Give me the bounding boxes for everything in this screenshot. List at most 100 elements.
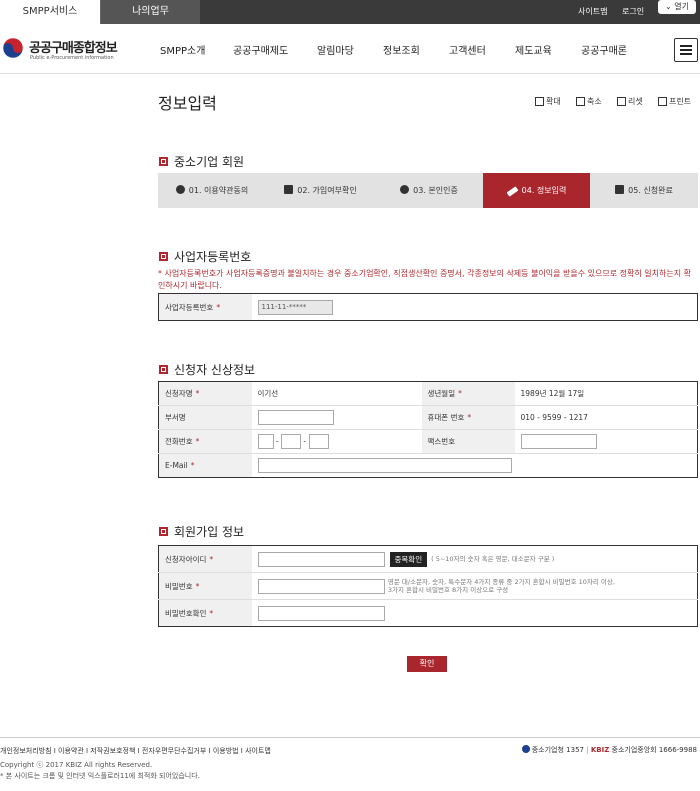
applicant-section-title: 신청자 신상정보 — [159, 361, 255, 378]
print-button[interactable]: 프린트 — [658, 96, 691, 107]
dash-separator: - — [275, 436, 279, 446]
password-confirm-input[interactable] — [257, 605, 385, 621]
required-mark: * — [209, 554, 214, 564]
print-label: 프린트 — [669, 97, 692, 106]
duplicate-check-button[interactable]: 중복확인 — [389, 551, 428, 567]
required-mark: * — [195, 581, 200, 591]
bizreg-label: 사업자등록번호 — [165, 302, 214, 312]
name-label-cell: 신청자명 * — [158, 381, 252, 406]
step-info-input: 04. 정보입력 — [483, 173, 590, 208]
phone-last-input[interactable] — [308, 434, 329, 449]
nav-notice[interactable]: 알림마당 — [317, 42, 354, 57]
join-table: 신청자아이디 * 중복확인( 5~10자의 숫자 혹은 영문, 대소문자 구분 )… — [158, 545, 698, 627]
name-label: 신청자명 — [165, 389, 193, 398]
sitemap-link[interactable]: 사이트맵 — [578, 0, 607, 24]
tab-my-work[interactable]: 나의업무 — [100, 0, 200, 24]
phone-middle-input[interactable] — [281, 434, 301, 449]
nav-smpp-intro[interactable]: SMPP소개 — [160, 42, 205, 57]
applicant-section-title-text: 신청자 신상정보 — [174, 363, 256, 377]
email-label-cell: E-Mail * — [158, 453, 252, 478]
zoom-out-button[interactable]: 축소 — [576, 96, 602, 107]
checkbox-icon — [615, 185, 625, 194]
fax-label-cell: 팩스번호 — [421, 429, 515, 454]
fax-input[interactable] — [520, 434, 597, 449]
dash-separator: - — [303, 436, 307, 446]
section-bullet-icon — [159, 527, 168, 536]
join-section-title-text: 회원가입 정보 — [174, 525, 245, 539]
birth-label-cell: 생년월일 * — [421, 381, 515, 406]
pencil-icon — [506, 186, 519, 197]
footer-divider — [0, 737, 700, 738]
birth-value: 1989년 12월 17일 — [514, 381, 698, 406]
dept-label: 부서명 — [165, 413, 186, 422]
step-label: 02. 가입여부확인 — [297, 186, 357, 195]
email-label: E-Mail — [165, 461, 188, 470]
reset-label: 리셋 — [628, 97, 643, 106]
pw-label-cell: 비밀번호 * — [158, 572, 252, 600]
dept-label-cell: 부서명 — [158, 405, 252, 430]
required-mark: * — [467, 413, 472, 422]
nav-info-search[interactable]: 정보조회 — [383, 42, 420, 57]
user-id-input[interactable] — [257, 551, 385, 567]
phone-area-input[interactable] — [257, 434, 274, 449]
join-section-title: 회원가입 정보 — [159, 523, 244, 540]
site-header: 공공구매종합정보 Public e-Procurement informatio… — [0, 24, 700, 74]
signup-steps: 01. 이용약관동의 02. 가입여부확인 03. 본인인증 04. 정보입력 … — [158, 173, 698, 208]
email-input[interactable] — [257, 458, 512, 473]
kbiz-phone: 1666-9988 — [658, 746, 697, 754]
page-title: 정보입력 — [158, 94, 217, 113]
reset-button[interactable]: 리셋 — [617, 96, 643, 107]
nav-procurement-system[interactable]: 공공구매제도 — [233, 42, 288, 57]
footer-links[interactable]: 개인정보처리방침 I 이용약관 I 저작권보호정책 I 전자우편무단수집거부 I… — [0, 746, 271, 756]
tab-smpp-service[interactable]: SMPP서비스 — [0, 0, 100, 24]
dept-input-cell — [251, 405, 422, 430]
confirm-button[interactable]: 확인 — [407, 656, 447, 672]
step-identity: 03. 본인인증 — [375, 173, 483, 208]
open-label: 열기 — [674, 2, 689, 11]
id-label: 신청자아이디 — [165, 554, 207, 564]
pw-label: 비밀번호 — [165, 581, 193, 591]
step-label: 03. 본인인증 — [413, 186, 458, 195]
nav-education[interactable]: 제도교육 — [515, 42, 552, 57]
section-bullet-icon — [159, 252, 168, 261]
member-section-title-text: 중소기업 회원 — [174, 155, 245, 169]
logo-title: 공공구매종합정보 — [29, 41, 118, 56]
password-hint-line: 영문 대/소문자, 숫자, 특수문자 4가지 종류 중 2가지 혼합시 비밀번호… — [387, 578, 615, 586]
kbiz-name: 중소기업중앙회 — [611, 746, 657, 754]
printer-icon — [658, 97, 667, 106]
bizreg-label-cell: 사업자등록번호 * — [158, 293, 252, 321]
pw-input-cell: 영문 대/소문자, 숫자, 특수문자 4가지 종류 중 2가지 혼합시 비밀번호… — [251, 572, 698, 600]
step-complete: 05. 신청완료 — [590, 173, 698, 208]
hamburger-icon — [680, 45, 692, 47]
nav-customer-center[interactable]: 고객센터 — [449, 42, 486, 57]
birth-label: 생년월일 — [427, 389, 456, 398]
member-section-title: 중소기업 회원 — [159, 153, 244, 170]
required-mark: * — [209, 608, 214, 618]
fax-input-cell — [514, 429, 698, 454]
id-input-cell: 중복확인( 5~10자의 숫자 혹은 영문, 대소문자 구분 ) — [251, 545, 698, 573]
chevron-down-icon: ⌄ — [665, 2, 672, 11]
hamburger-icon-bar — [680, 49, 692, 51]
mobile-label: 휴대폰 번호 — [427, 413, 465, 422]
monitor-icon — [284, 185, 294, 194]
bizreg-warning: * 사업자등록번호가 사업자등록증명과 불일치하는 경우 중소기업확인, 직접생… — [158, 269, 691, 290]
site-logo[interactable]: 공공구매종합정보 Public e-Procurement informatio… — [2, 35, 122, 65]
nav-procurement-forum[interactable]: 공공구매론 — [581, 42, 627, 57]
open-button[interactable]: ⌄ 열기 — [658, 0, 696, 14]
pw-confirm-label: 비밀번호확인 — [165, 608, 207, 618]
mss-phone: 1357 — [566, 746, 584, 754]
menu-button[interactable] — [674, 38, 698, 62]
footer-contacts: 중소기업청 1357 | KBIZ 중소기업중앙회 1666-9988 — [521, 745, 697, 755]
password-input[interactable] — [257, 578, 385, 594]
phone-label: 전화번호 — [165, 437, 193, 446]
step-terms: 01. 이용약관동의 — [158, 173, 266, 208]
zoom-in-button[interactable]: 확대 — [535, 96, 561, 107]
dept-input[interactable] — [257, 410, 334, 425]
required-mark: * — [216, 302, 221, 312]
login-link[interactable]: 로그인 — [622, 0, 644, 24]
minus-box-icon — [576, 97, 585, 106]
bizreg-section-title: 사업자등록번호 — [159, 248, 251, 265]
fax-label: 팩스번호 — [427, 437, 456, 446]
zoom-out-label: 축소 — [587, 97, 602, 106]
top-bar: SMPP서비스 나의업무 사이트맵 로그인 ⌄ 열기 — [0, 0, 700, 24]
